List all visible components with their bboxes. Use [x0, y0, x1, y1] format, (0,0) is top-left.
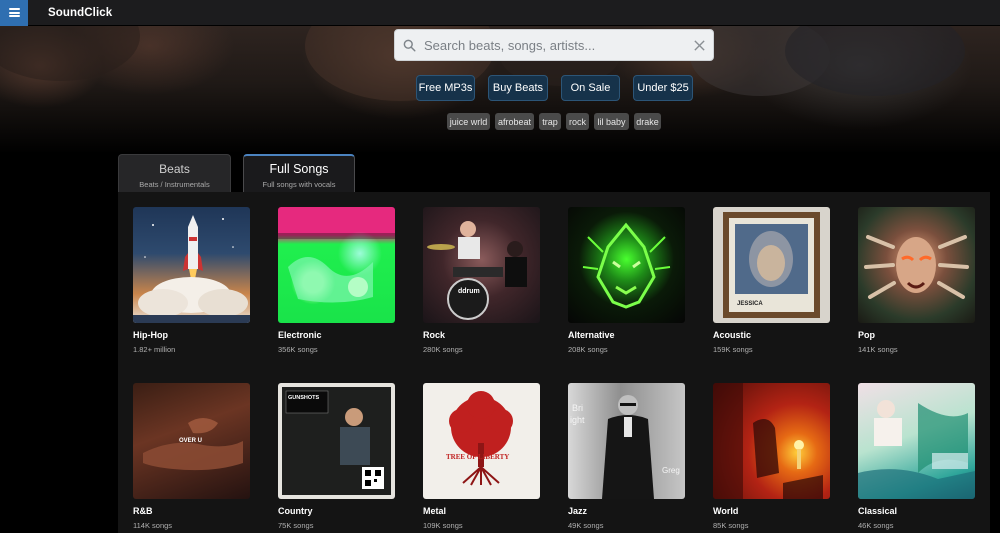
- cover-text-left: Bri: [572, 403, 583, 413]
- cover-title-text: OVER U: [179, 438, 202, 444]
- genre-card-hip-hop[interactable]: Hip-Hop 1.82+ million: [133, 207, 250, 354]
- cover-art-alternative: [568, 207, 685, 323]
- genre-card-rnb[interactable]: OVER U R&B 114K songs: [133, 383, 250, 530]
- filter-on-sale-button[interactable]: On Sale: [561, 75, 620, 101]
- genre-count: 85K songs: [713, 521, 749, 530]
- hamburger-icon: [8, 8, 20, 17]
- genre-card-world[interactable]: World 85K songs: [713, 383, 830, 530]
- filter-free-mp3s-button[interactable]: Free MP3s: [416, 75, 475, 101]
- cover-art-metal: TREE OF LIBERTY: [423, 383, 540, 499]
- search-icon: [403, 39, 416, 52]
- face-art-icon: [864, 235, 969, 299]
- genre-card-classical[interactable]: Classical 46K songs: [858, 383, 975, 530]
- cover-art-rnb: OVER U: [133, 383, 250, 499]
- genre-count: 46K songs: [858, 521, 894, 530]
- genre-card-metal[interactable]: TREE OF LIBERTY Metal 109K songs: [423, 383, 540, 530]
- cover-art-rock: ddrum: [423, 207, 540, 323]
- filter-buy-beats-button[interactable]: Buy Beats: [488, 75, 548, 101]
- genre-count: 75K songs: [278, 521, 314, 530]
- genre-card-pop[interactable]: Pop 141K songs: [858, 207, 975, 354]
- genre-card-rock[interactable]: ddrum Rock 280K songs: [423, 207, 540, 354]
- genre-count: 1.82+ million: [133, 345, 176, 354]
- genre-name: Country: [278, 506, 313, 516]
- genre-count: 141K songs: [858, 345, 898, 354]
- hamburger-menu-button[interactable]: [0, 0, 28, 26]
- genre-name: Electronic: [278, 330, 322, 340]
- top-bar: SoundClick: [0, 0, 1000, 26]
- genre-name: R&B: [133, 506, 153, 516]
- genre-name: Metal: [423, 506, 447, 516]
- tab-full-songs[interactable]: Full Songs Full songs with vocals: [243, 154, 355, 192]
- cover-art-acoustic: JESSICA: [713, 207, 830, 323]
- cover-text-right: Greg: [662, 466, 680, 475]
- brand-logo[interactable]: SoundClick: [48, 7, 112, 19]
- genre-count: 49K songs: [568, 521, 604, 530]
- tag-lil-baby[interactable]: lil baby: [594, 113, 629, 130]
- genre-count: 159K songs: [713, 345, 753, 354]
- genre-name: Pop: [858, 330, 875, 340]
- cover-art-jazz: Bri ight Greg: [568, 383, 685, 499]
- tag-afrobeat[interactable]: afrobeat: [495, 113, 534, 130]
- cover-art-electronic: [278, 207, 395, 323]
- candle-scene-icon: [713, 383, 823, 499]
- cover-art-pop: [858, 207, 975, 323]
- painting-label-text: JESSICA: [737, 301, 763, 307]
- cover-art-hip-hop: [133, 207, 250, 323]
- drummer-icon: ddrum: [427, 221, 527, 320]
- genre-count: 356K songs: [278, 345, 318, 354]
- genre-count: 280K songs: [423, 345, 463, 354]
- genre-count: 208K songs: [568, 345, 608, 354]
- quick-filter-bar: Free MP3s Buy Beats On Sale Under $25: [0, 75, 1000, 101]
- genre-name: Hip-Hop: [133, 330, 168, 340]
- cover-title-text: GUNSHOTS: [288, 395, 320, 401]
- cover-art-country: GUNSHOTS: [278, 383, 395, 499]
- tab-beats-title: Beats: [159, 162, 190, 176]
- cover-title-text: TREE OF LIBERTY: [446, 453, 509, 461]
- genre-name: Jazz: [568, 506, 588, 516]
- tab-beats-subtitle: Beats / Instrumentals: [139, 180, 210, 189]
- album-cover-icon: GUNSHOTS: [282, 387, 391, 495]
- genre-count: 114K songs: [133, 521, 173, 530]
- genre-card-country[interactable]: GUNSHOTS Country 75K songs: [278, 383, 395, 530]
- genre-card-acoustic[interactable]: JESSICA Acoustic 159K songs: [713, 207, 830, 354]
- tab-full-songs-title: Full Songs: [269, 162, 329, 176]
- search-bar[interactable]: [394, 29, 714, 61]
- close-icon[interactable]: [693, 39, 706, 52]
- tab-full-songs-subtitle: Full songs with vocals: [262, 180, 336, 189]
- tag-juice-wrld[interactable]: juice wrld: [447, 113, 490, 130]
- tag-trap[interactable]: trap: [539, 113, 561, 130]
- genre-name: Alternative: [568, 330, 615, 340]
- genre-card-electronic[interactable]: Electronic 356K songs: [278, 207, 395, 354]
- tag-rock[interactable]: rock: [566, 113, 589, 130]
- filter-under-25-button[interactable]: Under $25: [633, 75, 693, 101]
- hand-art-icon: OVER U: [143, 418, 243, 471]
- cover-text-left-2: ight: [570, 415, 585, 425]
- drum-brand-text: ddrum: [458, 288, 480, 295]
- genre-name: World: [713, 506, 739, 516]
- hero-banner: Free MP3s Buy Beats On Sale Under $25 ju…: [0, 26, 1000, 154]
- genre-name: Rock: [423, 330, 446, 340]
- tag-drake[interactable]: drake: [634, 113, 661, 130]
- trending-tags: juice wrld afrobeat trap rock lil baby d…: [0, 113, 1000, 130]
- genre-name: Acoustic: [713, 330, 752, 340]
- cover-art-classical: [858, 383, 975, 499]
- portrait-painting-icon: JESSICA: [723, 212, 820, 318]
- genre-card-jazz[interactable]: Bri ight Greg Jazz 49K songs: [568, 383, 685, 530]
- genre-card-alternative[interactable]: Alternative 208K songs: [568, 207, 685, 354]
- search-input[interactable]: [424, 37, 689, 53]
- cover-art-world: [713, 383, 830, 499]
- portrait-art-icon: [858, 400, 975, 499]
- genre-grid: Hip-Hop 1.82+ million Electronic 356K so…: [118, 192, 990, 533]
- genre-name: Classical: [858, 506, 898, 516]
- rocket-icon: [133, 215, 250, 323]
- genre-count: 109K songs: [423, 521, 463, 530]
- neon-face-icon: [582, 222, 671, 309]
- tab-beats[interactable]: Beats Beats / Instrumentals: [118, 154, 231, 192]
- tree-icon: TREE OF LIBERTY: [446, 391, 513, 486]
- man-in-suit-icon: Bri ight Greg: [570, 395, 680, 499]
- abstract-art-icon: [278, 233, 395, 303]
